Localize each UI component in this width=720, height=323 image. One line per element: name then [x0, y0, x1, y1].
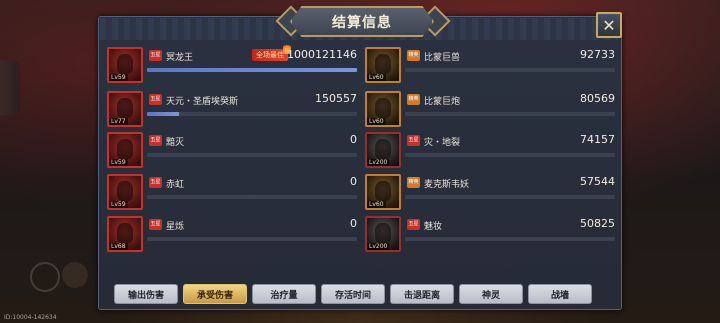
hero-level: Lv59 [109, 74, 128, 81]
hero-name: 天元・圣盾埃癸斯 [166, 97, 239, 107]
hero-figure [375, 98, 391, 118]
hero-level: Lv60 [367, 74, 386, 81]
stat-value: 0 [350, 217, 357, 230]
hero-figure [375, 139, 391, 159]
hero-name: 比蒙巨炮 [424, 97, 461, 107]
stat-bar [405, 195, 615, 199]
hero-name: 比蒙巨兽 [424, 53, 461, 63]
hero-portrait[interactable]: Lv60 [365, 47, 401, 83]
stat-value: 50825 [580, 217, 615, 230]
stat-bar [147, 68, 357, 72]
chat-icon[interactable] [62, 262, 88, 288]
hero-figure [117, 181, 133, 201]
stat-value: 1000121146 [287, 48, 357, 61]
rarity-badge: 精英 [407, 94, 420, 105]
tab-3[interactable]: 存活时间 [321, 284, 385, 304]
hero-figure [117, 54, 133, 74]
tab-4[interactable]: 击退距离 [390, 284, 454, 304]
player-id-label: ID:10004-142634 [4, 314, 57, 321]
hero-level: Lv68 [109, 243, 128, 250]
stat-value: 92733 [580, 48, 615, 61]
rarity-badge: 五星 [149, 219, 162, 230]
tab-5[interactable]: 神灵 [459, 284, 523, 304]
close-icon[interactable]: ✕ [596, 12, 622, 38]
hero-figure [117, 139, 133, 159]
rarity-badge: 五星 [407, 219, 420, 230]
hero-portrait[interactable]: Lv200 [365, 216, 401, 252]
left-team-row: Lv59 五星 冥龙王 全场最佳 1000121146 [107, 43, 357, 85]
left-team-row: Lv59 五星 黯灭 0 [107, 132, 357, 170]
hero-level: Lv60 [367, 118, 386, 125]
hero-figure [375, 54, 391, 74]
tab-0[interactable]: 输出伤害 [114, 284, 178, 304]
stat-value: 57544 [580, 175, 615, 188]
stat-value: 80569 [580, 92, 615, 105]
hero-level: Lv200 [367, 159, 390, 166]
hero-figure [375, 223, 391, 243]
rarity-badge: 精英 [407, 177, 420, 188]
hero-name: 黯灭 [166, 138, 185, 148]
left-team-row: Lv68 五星 星烁 0 [107, 216, 357, 254]
hero-name: 灾・地裂 [424, 138, 461, 148]
hero-name: 魅妆 [424, 222, 443, 232]
stat-value: 0 [350, 175, 357, 188]
right-team-row: Lv200 五星 灾・地裂 74157 [365, 132, 615, 170]
hero-figure [117, 223, 133, 243]
hero-level: Lv59 [109, 201, 128, 208]
hero-portrait[interactable]: Lv60 [365, 174, 401, 210]
stat-value: 0 [350, 133, 357, 146]
hero-figure [375, 181, 391, 201]
tab-6[interactable]: 战墙 [528, 284, 592, 304]
hero-portrait[interactable]: Lv77 [107, 91, 143, 127]
hero-name: 赤虹 [166, 180, 185, 190]
right-team-row: Lv60 精英 比蒙巨炮 80569 [365, 91, 615, 129]
hero-portrait[interactable]: Lv200 [365, 132, 401, 168]
stat-bar [147, 237, 357, 241]
stat-bar [147, 112, 357, 116]
settings-gear-icon[interactable] [30, 262, 60, 292]
hero-portrait[interactable]: Lv59 [107, 47, 143, 83]
rarity-badge: 五星 [149, 94, 162, 105]
rarity-badge: 五星 [149, 177, 162, 188]
hero-level: Lv200 [367, 243, 390, 250]
hero-name: 冥龙王 [166, 53, 194, 63]
hero-portrait[interactable]: Lv59 [107, 132, 143, 168]
right-team-row: Lv60 精英 比蒙巨兽 92733 [365, 47, 615, 85]
rarity-badge: 精英 [407, 50, 420, 61]
stat-value: 150557 [315, 92, 357, 105]
hero-level: Lv59 [109, 159, 128, 166]
right-team-row: Lv200 五星 魅妆 50825 [365, 216, 615, 254]
hero-portrait[interactable]: Lv68 [107, 216, 143, 252]
rarity-badge: 五星 [149, 50, 162, 61]
panel-title: 结算信息 [290, 6, 434, 37]
left-menu-tab[interactable] [0, 60, 20, 115]
stat-bar [405, 237, 615, 241]
stat-tabs: 输出伤害 承受伤害 治疗量 存活时间 击退距离 神灵 战墙 [114, 284, 592, 304]
rarity-badge: 五星 [407, 135, 420, 146]
left-team-row: Lv59 五星 赤虹 0 [107, 174, 357, 212]
stat-bar [405, 68, 615, 72]
hero-portrait[interactable]: Lv59 [107, 174, 143, 210]
hero-name: 星烁 [166, 222, 185, 232]
hero-portrait[interactable]: Lv60 [365, 91, 401, 127]
tab-2[interactable]: 治疗量 [252, 284, 316, 304]
stat-bar-fill [147, 112, 179, 116]
stat-bar [147, 153, 357, 157]
hero-level: Lv77 [109, 118, 128, 125]
tab-1[interactable]: 承受伤害 [183, 284, 247, 304]
right-team-row: Lv60 精英 麦克斯韦妖 57544 [365, 174, 615, 212]
hero-name: 麦克斯韦妖 [424, 180, 470, 190]
hero-level: Lv60 [367, 201, 386, 208]
left-team-row: Lv77 五星 天元・圣盾埃癸斯 150557 [107, 91, 357, 129]
rarity-badge: 五星 [149, 135, 162, 146]
stat-bar-fill [147, 68, 357, 72]
stat-value: 74157 [580, 133, 615, 146]
stat-bar [405, 153, 615, 157]
stat-bar [405, 112, 615, 116]
hero-figure [117, 98, 133, 118]
stat-bar [147, 195, 357, 199]
